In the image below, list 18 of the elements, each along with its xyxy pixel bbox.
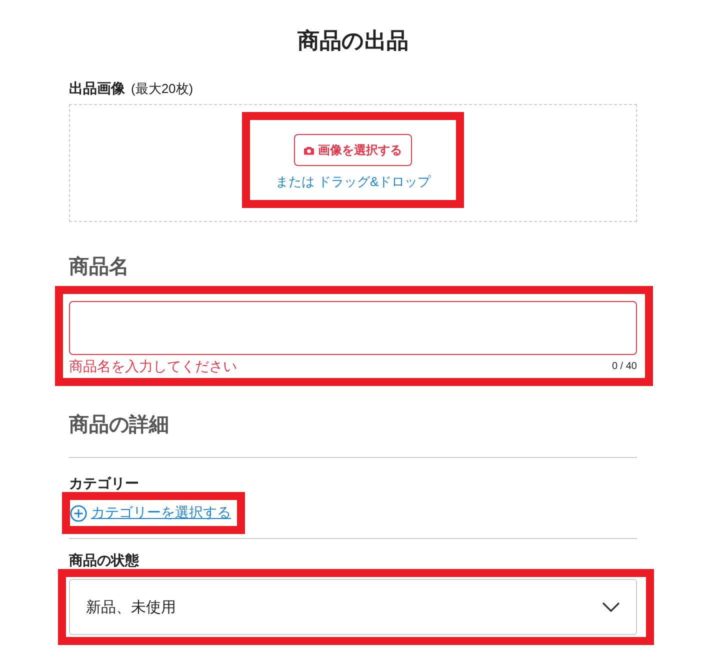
page-title: 商品の出品 [296,27,410,55]
error-message: 商品名を入力してください [69,358,237,376]
field-label: カテゴリー [69,474,139,492]
condition-dropdown[interactable]: 新品、未使用 [69,579,637,635]
product-name-field[interactable] [69,301,637,355]
field-label: 出品画像 [69,80,125,98]
chevron-down-icon [602,602,620,612]
drag-drop-hint: または ドラッグ&ドロップ [275,173,431,191]
section-heading: 商品の詳細 [69,412,170,438]
field-label: 商品の状態 [69,551,139,569]
select-image-button[interactable]: 画像を選択する [294,134,412,166]
image-drop-zone[interactable]: 画像を選択する または ドラッグ&ドロップ [69,104,637,222]
limit-note: (最大20枚) [131,80,194,98]
section-heading: 商品名 [69,254,130,280]
plus-circle-icon [70,504,87,522]
select-category-link[interactable]: カテゴリーを選択する [91,504,231,522]
character-counter: 0 / 40 [612,361,637,372]
camera-icon [304,146,314,154]
